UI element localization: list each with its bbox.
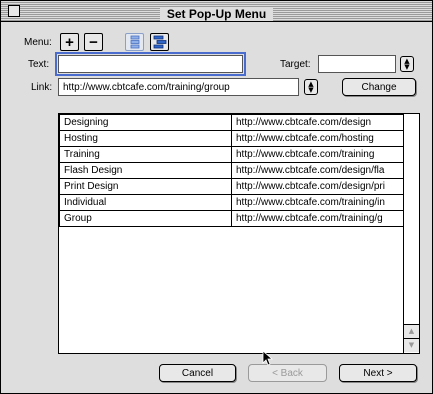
table-row[interactable]: Individual http://www.cbtcafe.com/trainin… [59,194,405,211]
remove-item-button[interactable]: − [84,33,103,51]
item-link-cell[interactable]: http://www.cbtcafe.com/training [231,146,405,163]
title-bar[interactable]: Set Pop-Up Menu [1,1,432,22]
target-dropdown-icon[interactable]: ▲ ▼ [400,56,414,72]
vertical-scrollbar[interactable]: ▲ ▼ [403,114,419,353]
outdent-icon [130,35,139,49]
item-link-cell[interactable]: http://www.cbtcafe.com/design/pri [231,178,405,195]
back-button[interactable]: < Back [248,364,327,382]
change-button[interactable]: Change [342,78,416,96]
scroll-down-icon[interactable]: ▼ [404,338,419,352]
link-label: Link: [31,82,53,93]
item-text-cell[interactable]: Group [59,210,232,227]
set-popup-menu-dialog: Set Pop-Up Menu Menu: + − Text: Target: … [0,0,433,394]
link-input[interactable]: http://www.cbtcafe.com/training/group [58,78,299,96]
item-text-cell[interactable]: Training [59,146,232,163]
item-text-cell[interactable]: Individual [59,194,232,211]
window-title-wrap: Set Pop-Up Menu [1,3,432,22]
mouse-pointer-icon [262,350,274,366]
text-label: Text: [28,59,50,70]
table-row[interactable]: Print Design http://www.cbtcafe.com/desig… [59,178,405,195]
table-row[interactable]: Training http://www.cbtcafe.com/training [59,146,405,163]
table-row[interactable]: Designing http://www.cbtcafe.com/design [59,114,405,131]
text-input[interactable] [55,52,246,76]
table-row[interactable]: Hosting http://www.cbtcafe.com/hosting [59,130,405,147]
remove-item-icon: − [89,33,98,51]
indent-icon [153,35,166,49]
item-text-cell[interactable]: Designing [59,114,232,131]
item-link-cell[interactable]: http://www.cbtcafe.com/training/in [231,194,405,211]
menu-items-table: Designing http://www.cbtcafe.com/design Ho… [59,114,405,227]
window-title: Set Pop-Up Menu [159,7,274,21]
cancel-button[interactable]: Cancel [159,364,236,382]
table-row[interactable]: Flash Design http://www.cbtcafe.com/desig… [59,162,405,179]
add-item-icon: + [65,33,74,51]
item-text-cell[interactable]: Print Design [59,178,232,195]
target-label: Target: [280,59,311,70]
scroll-up-icon[interactable]: ▲ [404,324,419,338]
item-text-cell[interactable]: Flash Design [59,162,232,179]
outdent-button[interactable] [125,33,144,51]
menu-items-list[interactable]: Designing http://www.cbtcafe.com/design Ho… [58,113,420,354]
item-link-cell[interactable]: http://www.cbtcafe.com/design [231,114,405,131]
target-input[interactable] [318,55,396,73]
item-link-cell[interactable]: http://www.cbtcafe.com/training/g [231,210,405,227]
item-link-cell[interactable]: http://www.cbtcafe.com/hosting [231,130,405,147]
menu-label: Menu: [24,37,52,48]
link-dropdown-icon[interactable]: ▲ ▼ [304,79,318,95]
item-link-cell[interactable]: http://www.cbtcafe.com/design/fla [231,162,405,179]
indent-button[interactable] [150,33,169,51]
table-row[interactable]: Group http://www.cbtcafe.com/training/g [59,210,405,227]
add-item-button[interactable]: + [60,33,79,51]
next-button[interactable]: Next > [339,364,417,382]
item-text-cell[interactable]: Hosting [59,130,232,147]
